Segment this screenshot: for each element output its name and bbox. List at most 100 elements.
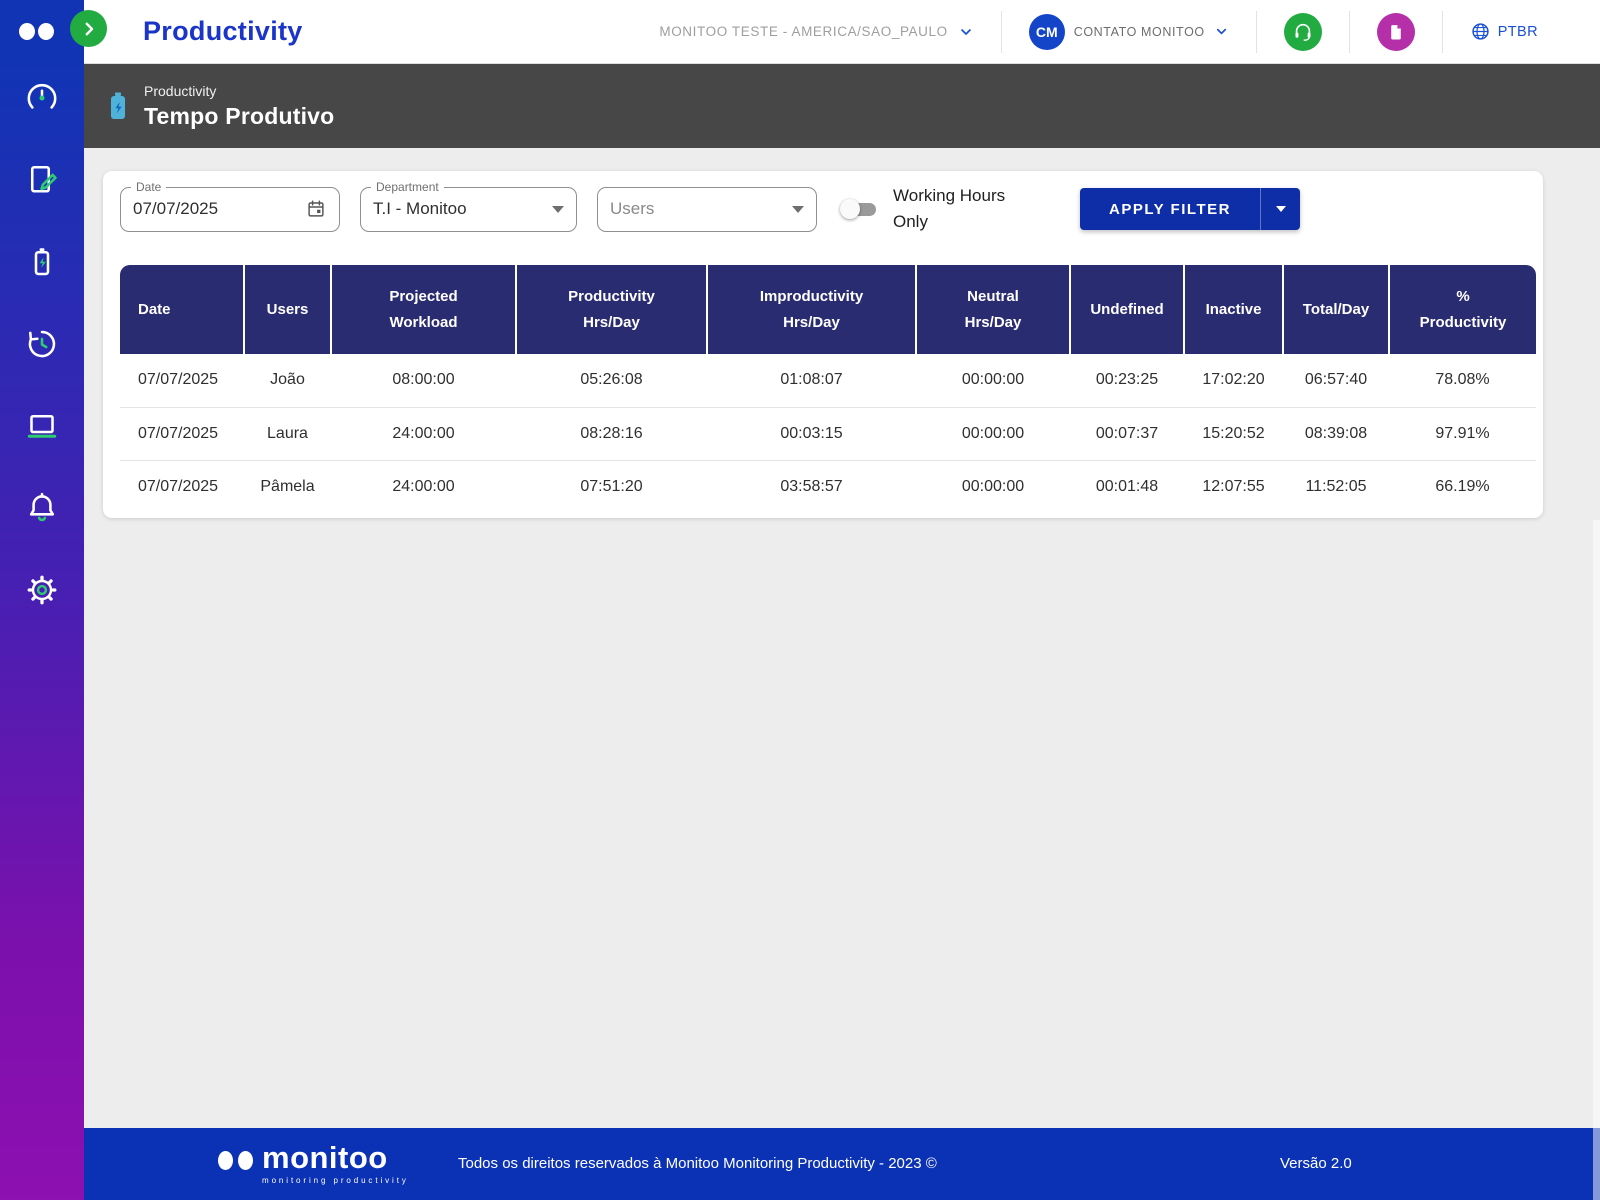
calendar-icon[interactable] (305, 198, 327, 220)
divider (1001, 11, 1002, 53)
chevron-down-icon (792, 206, 804, 213)
table-cell: Pâmela (244, 460, 331, 513)
battery-bolt-icon (106, 90, 130, 122)
column-header-inactive: Inactive (1184, 265, 1283, 354)
breadcrumb: Productivity (144, 83, 334, 99)
reports-button[interactable] (1377, 13, 1415, 51)
table-cell: 00:00:00 (916, 460, 1070, 513)
laptop-icon (24, 408, 60, 444)
table-row: 07/07/2025João08:00:0005:26:0801:08:07 00… (120, 354, 1536, 407)
content-card: Date 07/07/2025 Department T.I - Monitoo (103, 171, 1543, 518)
table-cell: 07/07/2025 (120, 354, 244, 407)
users-select-placeholder: Users (610, 199, 654, 219)
language-selector[interactable]: PTBR (1470, 21, 1538, 42)
app-title: Productivity (143, 16, 303, 47)
table-cell: 78.08% (1389, 354, 1536, 407)
apply-filter-dropdown[interactable] (1260, 188, 1300, 230)
table-cell: 07:51:20 (516, 460, 707, 513)
footer: monitoo monitoring productivity Todos os… (84, 1128, 1600, 1200)
chevron-down-icon (1276, 206, 1286, 212)
table-cell: 15:20:52 (1184, 407, 1283, 460)
column-header-projected-workload: ProjectedWorkload (331, 265, 516, 354)
sidebar-item-dashboard[interactable] (23, 79, 61, 117)
logo-dot (238, 1151, 253, 1170)
productivity-table: DateUsersProjectedWorkloadProductivityHr… (120, 265, 1536, 513)
sidebar-item-settings[interactable] (23, 571, 61, 609)
table-cell: 08:28:16 (516, 407, 707, 460)
table-cell: 00:03:15 (707, 407, 916, 460)
working-hours-toggle[interactable] (842, 198, 878, 220)
table-cell: 00:01:48 (1070, 460, 1184, 513)
sidebar-item-devices[interactable] (23, 407, 61, 445)
users-select[interactable]: Users (597, 187, 817, 232)
sidebar-expand-button[interactable] (70, 10, 107, 47)
date-field-label: Date (131, 180, 166, 194)
table-cell: 03:58:57 (707, 460, 916, 513)
date-field[interactable]: Date 07/07/2025 (120, 187, 340, 232)
department-select[interactable]: Department T.I - Monitoo (360, 187, 577, 232)
working-hours-label: Working Hours Only (893, 183, 1015, 236)
organization-selector[interactable]: MONITOO TESTE - AMERICA/SAO_PAULO (659, 24, 973, 40)
main-content: Date 07/07/2025 Department T.I - Monitoo (84, 148, 1600, 1128)
table-row: 07/07/2025Laura24:00:0008:28:1600:03:150… (120, 407, 1536, 460)
vertical-scrollbar[interactable] (1593, 520, 1600, 1200)
table-cell: 00:07:37 (1070, 407, 1184, 460)
table-cell: 06:57:40 (1283, 354, 1389, 407)
table-cell: 00:00:00 (916, 407, 1070, 460)
chevron-down-icon (1214, 24, 1229, 39)
table-cell: 24:00:00 (331, 407, 516, 460)
user-menu[interactable]: CM CONTATO MONITOO (1029, 14, 1229, 50)
document-report-icon (1385, 21, 1407, 43)
column-header-improductivity-hrs-day: ImproductivityHrs/Day (707, 265, 916, 354)
gear-icon (24, 572, 60, 608)
version-text: Versão 2.0 (1280, 1155, 1352, 1172)
toggle-thumb (840, 199, 860, 219)
column-header-neutral-hrs-day: NeutralHrs/Day (916, 265, 1070, 354)
column-header-users: Users (244, 265, 331, 354)
footer-logo: monitoo monitoring productivity (218, 1142, 409, 1185)
document-edit-icon (24, 162, 60, 198)
language-label: PTBR (1498, 24, 1538, 40)
column-header-total-day: Total/Day (1283, 265, 1389, 354)
table-cell: 01:08:07 (707, 354, 916, 407)
logo-dot (38, 23, 54, 40)
gauge-icon (24, 80, 60, 116)
apply-filter-button[interactable]: APPLY FILTER (1080, 188, 1300, 230)
date-field-value: 07/07/2025 (133, 199, 218, 219)
sidebar-item-reports[interactable] (23, 161, 61, 199)
table-cell: João (244, 354, 331, 407)
avatar: CM (1029, 14, 1065, 50)
footer-logo-tagline: monitoring productivity (262, 1176, 409, 1185)
table-cell: 97.91% (1389, 407, 1536, 460)
logo-dot (19, 23, 35, 40)
sidebar (0, 64, 84, 1200)
column-header-undefined: Undefined (1070, 265, 1184, 354)
battery-bolt-icon (24, 244, 60, 280)
organization-label: MONITOO TESTE - AMERICA/SAO_PAULO (659, 24, 947, 39)
headset-support-icon (1292, 21, 1314, 43)
chevron-down-icon (958, 24, 974, 40)
copyright-text: Todos os direitos reservados à Monitoo M… (458, 1155, 937, 1172)
divider (1349, 11, 1350, 53)
table-cell: 07/07/2025 (120, 407, 244, 460)
table-row: 07/07/2025Pâmela24:00:0007:51:2003:58:57… (120, 460, 1536, 513)
column-header-productivity-hrs-day: ProductivityHrs/Day (516, 265, 707, 354)
top-bar: Productivity MONITOO TESTE - AMERICA/SAO… (84, 0, 1600, 64)
sidebar-item-notifications[interactable] (23, 489, 61, 527)
sidebar-item-history[interactable] (23, 325, 61, 363)
table-cell: 11:52:05 (1283, 460, 1389, 513)
table-cell: 08:00:00 (331, 354, 516, 407)
table-cell: 05:26:08 (516, 354, 707, 407)
page-title: Tempo Produtivo (144, 103, 334, 130)
table-cell: 08:39:08 (1283, 407, 1389, 460)
table-cell: 00:23:25 (1070, 354, 1184, 407)
column-header--productivity: %Productivity (1389, 265, 1536, 354)
support-button[interactable] (1284, 13, 1322, 51)
table-cell: 17:02:20 (1184, 354, 1283, 407)
user-name: CONTATO MONITOO (1074, 25, 1205, 39)
sidebar-item-productivity[interactable] (23, 243, 61, 281)
table-cell: 24:00:00 (331, 460, 516, 513)
table-cell: 66.19% (1389, 460, 1536, 513)
department-select-label: Department (371, 180, 444, 194)
department-select-value: T.I - Monitoo (373, 199, 467, 219)
